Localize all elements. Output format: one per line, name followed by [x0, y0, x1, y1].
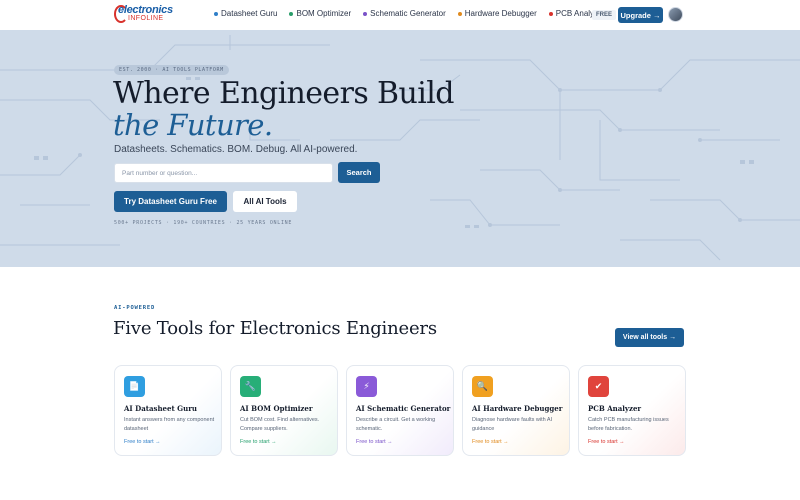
- hero-stats: 500+ PROJECTS · 190+ COUNTRIES · 25 YEAR…: [114, 220, 293, 226]
- nav-link-schematic-generator[interactable]: Schematic Generator: [363, 9, 446, 18]
- section-title: Five Tools for Electronics Engineers: [113, 318, 437, 339]
- nav-link-label: Hardware Debugger: [464, 9, 537, 18]
- nav-link-label: BOM Optimizer: [296, 9, 352, 18]
- tool-card-title: AI Datasheet Guru: [124, 404, 197, 413]
- document-icon: 📄: [124, 376, 145, 397]
- tool-card-title: AI BOM Optimizer: [240, 404, 313, 413]
- tool-card-desc: Catch PCB manufacturing issues before fa…: [588, 417, 669, 432]
- tool-card-schematic-generator[interactable]: ⚡ AI Schematic Generator Describe a circ…: [346, 365, 454, 456]
- tool-card-title: AI Schematic Generator: [356, 404, 451, 413]
- upgrade-button[interactable]: Upgrade →: [618, 7, 663, 23]
- nav-dot-icon: [457, 11, 462, 16]
- section-kicker: AI-POWERED: [114, 305, 156, 311]
- wrench-icon: 🔧: [240, 376, 261, 397]
- free-badge: FREE: [592, 10, 617, 20]
- logo-text-sub: INFOLINE: [128, 15, 164, 22]
- nav-dot-icon: [214, 11, 218, 16]
- magnifier-icon: 🔍: [472, 376, 493, 397]
- nav-link-label: Datasheet Guru: [221, 9, 278, 18]
- all-ai-tools-button[interactable]: All AI Tools: [233, 191, 297, 212]
- hero-title: Where Engineers Build: [113, 76, 454, 111]
- nav-dot-icon: [363, 11, 368, 16]
- nav-dot-icon: [289, 11, 294, 16]
- tool-card-desc: Cut BOM cost. Find alternatives. Compare…: [240, 417, 320, 432]
- tool-cards: 📄 AI Datasheet Guru Instant answers from…: [114, 365, 686, 456]
- nav-link-label: Schematic Generator: [370, 9, 446, 18]
- tool-card-link[interactable]: Free to start →: [240, 439, 277, 445]
- tool-card-datasheet-guru[interactable]: 📄 AI Datasheet Guru Instant answers from…: [114, 365, 222, 456]
- user-avatar[interactable]: [668, 7, 683, 22]
- search-button[interactable]: Search: [338, 162, 380, 183]
- lightning-icon: ⚡: [356, 376, 377, 397]
- tool-card-bom-optimizer[interactable]: 🔧 AI BOM Optimizer Cut BOM cost. Find al…: [230, 365, 338, 456]
- try-datasheet-guru-button[interactable]: Try Datasheet Guru Free: [114, 191, 227, 212]
- nav-links: Datasheet Guru BOM Optimizer Schematic G…: [214, 9, 617, 18]
- tool-card-link[interactable]: Free to start →: [472, 439, 509, 445]
- nav-link-bom-optimizer[interactable]: BOM Optimizer: [289, 9, 351, 18]
- hero-tagline: Datasheets. Schematics. BOM. Debug. All …: [114, 144, 358, 155]
- tool-card-link[interactable]: Free to start →: [588, 439, 625, 445]
- tool-card-title: PCB Analyzer: [588, 404, 642, 413]
- tool-card-desc: Describe a circuit. Get a working schema…: [356, 417, 436, 432]
- nav-link-hardware-debugger[interactable]: Hardware Debugger: [457, 9, 537, 18]
- top-nav: electronics INFOLINE Datasheet Guru BOM …: [0, 0, 800, 30]
- site-logo[interactable]: electronics INFOLINE: [114, 3, 176, 25]
- tool-card-desc: Instant answers from any component datas…: [124, 417, 215, 432]
- nav-link-datasheet-guru[interactable]: Datasheet Guru: [214, 9, 277, 18]
- view-all-tools-button[interactable]: View all tools →: [615, 328, 684, 347]
- hero-section: EST. 2000 · AI TOOLS PLATFORM Where Engi…: [0, 30, 800, 267]
- checkmark-icon: ✔: [588, 376, 609, 397]
- search-input[interactable]: Part number or question...: [114, 163, 333, 183]
- tool-card-link[interactable]: Free to start →: [124, 439, 161, 445]
- tool-card-link[interactable]: Free to start →: [356, 439, 393, 445]
- tool-card-title: AI Hardware Debugger: [472, 404, 563, 413]
- nav-dot-icon: [548, 11, 553, 16]
- hero-title-accent: the Future.: [113, 108, 273, 142]
- tool-card-desc: Diagnose hardware faults with AI guidanc…: [472, 417, 553, 432]
- tool-card-hardware-debugger[interactable]: 🔍 AI Hardware Debugger Diagnose hardware…: [462, 365, 570, 456]
- tool-card-pcb-analyzer[interactable]: ✔ PCB Analyzer Catch PCB manufacturing i…: [578, 365, 686, 456]
- hero-kicker-badge: EST. 2000 · AI TOOLS PLATFORM: [114, 65, 229, 75]
